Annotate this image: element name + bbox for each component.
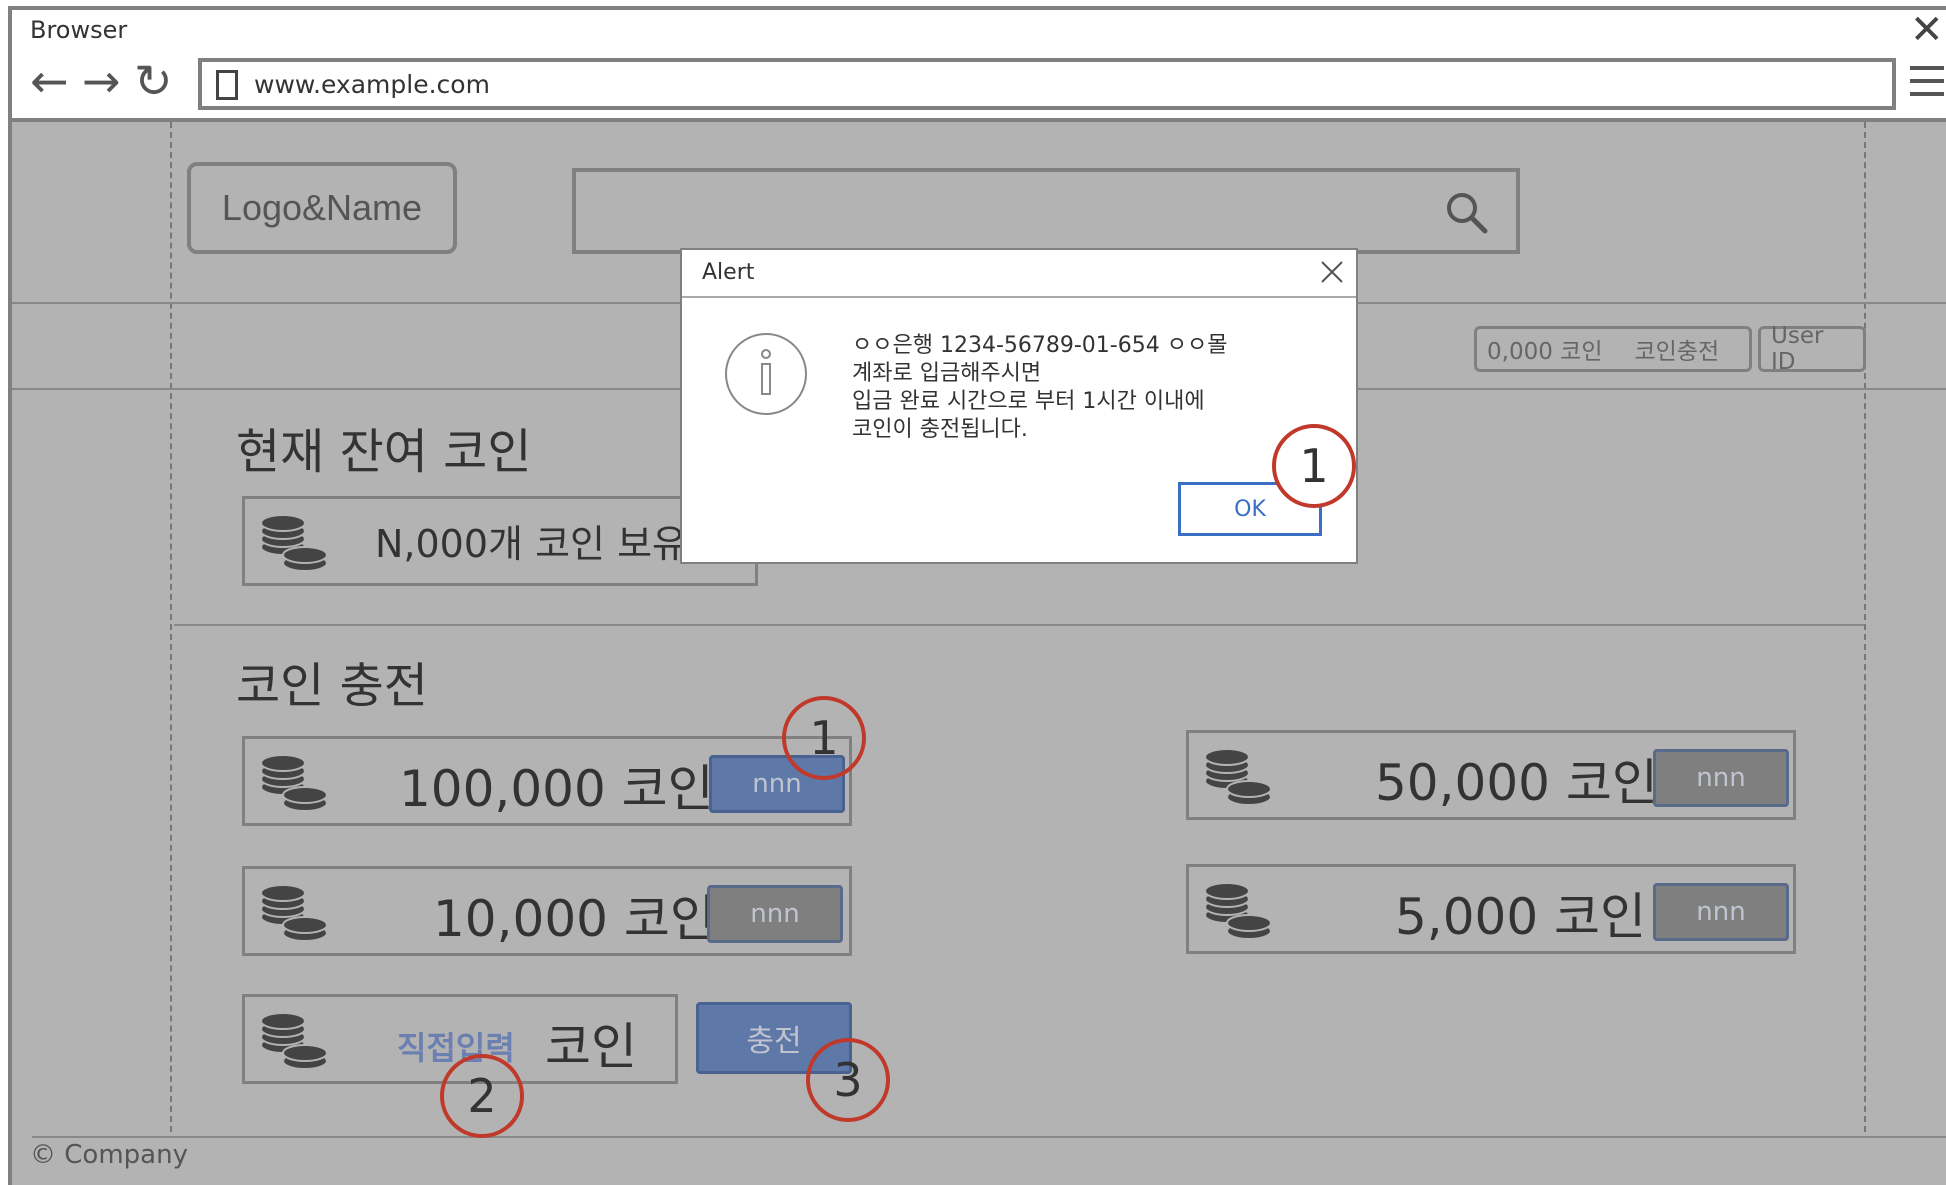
charge-title: 코인 충전	[236, 658, 428, 714]
charge-option-50000[interactable]: 50,000 코인 nnn	[1186, 730, 1796, 820]
alert-message-line: ㅇㅇ은행 1234-56789-01-654 ㅇㅇ몰	[852, 333, 1228, 358]
user-id-chip[interactable]: User ID	[1758, 323, 1866, 375]
charge-amount: 100,000 코인	[399, 760, 714, 818]
annotation-badge-3: 3	[806, 1038, 890, 1122]
charge-option-100000[interactable]: 100,000 코인 nnn	[242, 736, 852, 826]
coins-icon	[260, 884, 328, 942]
alert-header: Alert	[682, 250, 1356, 298]
close-icon[interactable]: ✕	[1910, 10, 1944, 50]
forward-icon[interactable]: →	[82, 56, 121, 106]
footer-divider	[32, 1136, 1946, 1138]
charge-option-5000[interactable]: 5,000 코인 nnn	[1186, 864, 1796, 954]
coin-balance-text: 0,000 코인	[1487, 339, 1603, 365]
alert-message: ㅇㅇ은행 1234-56789-01-654 ㅇㅇ몰 계좌로 입금해주시면 입금…	[852, 332, 1312, 444]
charge-link[interactable]: 코인충전	[1634, 332, 1719, 366]
annotation-badge-1-alert: 1	[1272, 424, 1356, 508]
annotation-badge-2: 2	[440, 1054, 524, 1138]
browser-title: Browser	[30, 16, 128, 44]
coins-icon	[1204, 882, 1272, 940]
annotation-badge-1: 1	[782, 696, 866, 780]
search-icon[interactable]	[1444, 190, 1488, 234]
price-button[interactable]: nnn	[1653, 749, 1789, 807]
charge-amount: 10,000 코인	[433, 890, 716, 948]
alert-message-line: 코인이 충전됩니다.	[852, 417, 1028, 442]
footer-copyright: © Company	[30, 1140, 188, 1170]
reload-icon[interactable]: ↻	[134, 56, 173, 106]
balance-text: N,000개 코인 보유	[375, 522, 687, 566]
address-bar[interactable]: www.example.com	[198, 58, 1896, 110]
charge-amount: 50,000 코인	[1375, 754, 1658, 812]
alert-title: Alert	[702, 260, 755, 285]
coins-icon	[260, 754, 328, 812]
url-text: www.example.com	[254, 70, 490, 99]
coins-icon	[1204, 748, 1272, 806]
info-icon	[725, 333, 807, 415]
coins-icon	[260, 1012, 328, 1070]
balance-title: 현재 잔여 코인	[236, 424, 532, 480]
charge-amount: 5,000 코인	[1395, 888, 1647, 946]
back-icon[interactable]: ←	[30, 56, 69, 106]
guide-line-right	[1864, 122, 1866, 1132]
search-input[interactable]	[572, 168, 1520, 254]
price-button[interactable]: nnn	[707, 885, 843, 943]
logo[interactable]: Logo&Name	[187, 162, 457, 254]
section-divider	[174, 624, 1864, 626]
price-button[interactable]: nnn	[1653, 883, 1789, 941]
guide-line-left	[170, 122, 172, 1132]
custom-unit-label: 코인	[545, 1018, 637, 1076]
coins-icon	[260, 514, 328, 572]
alert-dialog: Alert ㅇㅇ은행 1234-56789-01-654 ㅇㅇ몰 계좌로 입금해…	[680, 248, 1358, 564]
menu-icon[interactable]	[1910, 66, 1944, 98]
page-icon	[216, 70, 238, 100]
close-icon[interactable]	[1318, 258, 1346, 286]
charge-option-10000[interactable]: 10,000 코인 nnn	[242, 866, 852, 956]
alert-message-line: 계좌로 입금해주시면	[852, 361, 1042, 386]
coin-balance-chip[interactable]: 0,000 코인 코인충전	[1474, 326, 1752, 372]
alert-message-line: 입금 완료 시간으로 부터 1시간 이내에	[852, 389, 1205, 414]
